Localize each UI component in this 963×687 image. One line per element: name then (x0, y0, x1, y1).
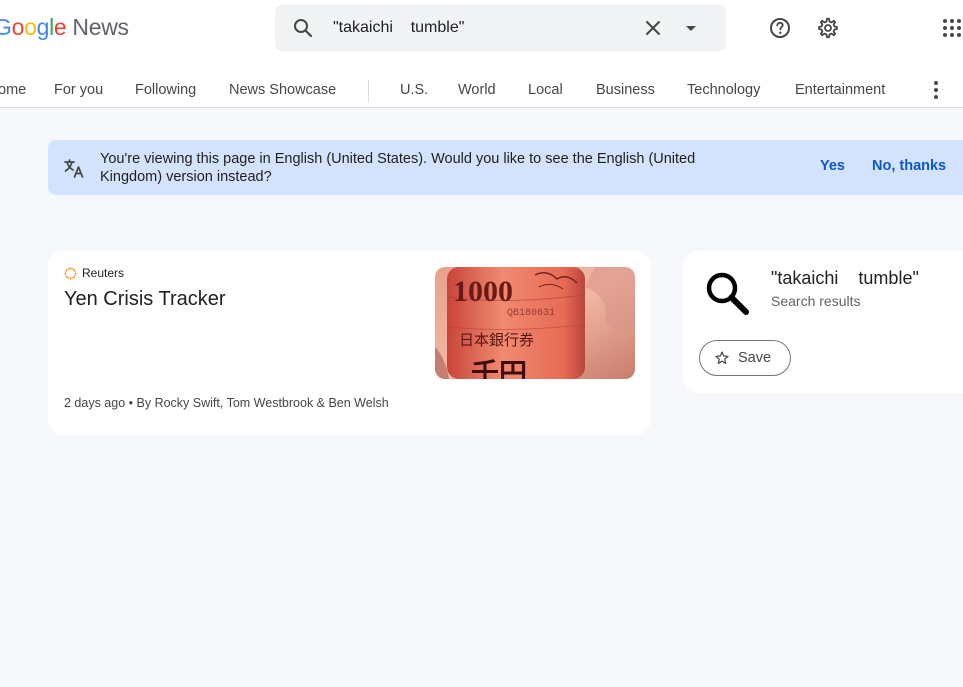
note-bottom-kanji: 千円 (471, 357, 527, 379)
language-banner: You're viewing this page in English (Uni… (48, 140, 963, 195)
note-serial: QB180631 (507, 308, 555, 319)
search-input[interactable] (333, 14, 633, 42)
article-source[interactable]: Reuters (64, 266, 124, 280)
yen-banknote-image: 1000 QB180631 日本銀行券 千円 (435, 267, 635, 379)
google-news-logo[interactable]: Google News (0, 14, 129, 41)
yes-button[interactable]: Yes (820, 158, 845, 174)
tab-following[interactable]: Following (135, 82, 196, 98)
translate-icon (64, 159, 84, 178)
search-results-subtitle: Search results (771, 293, 861, 309)
clear-icon[interactable] (641, 16, 665, 40)
search-summary-panel: "takaichi tumble" Search results Save (683, 251, 963, 393)
note-denomination: 1000 (453, 275, 513, 308)
article-title[interactable]: Yen Crisis Tracker (64, 288, 226, 311)
tab-us[interactable]: U.S. (400, 82, 428, 98)
article-time: 2 days ago (64, 396, 126, 410)
logo-letter: g (36, 14, 50, 40)
tab-local[interactable]: Local (528, 82, 563, 98)
top-bar: Google News "takaichi tumble" ome For yo… (0, 0, 963, 108)
tab-news-showcase[interactable]: News Showcase (229, 82, 336, 98)
logo-product-name: News (72, 14, 129, 40)
logo-letter: o (24, 14, 37, 40)
reuters-logo-icon (64, 266, 77, 280)
logo-letter: G (0, 14, 12, 40)
tab-for-you[interactable]: For you (54, 82, 103, 98)
search-icon[interactable] (291, 16, 315, 40)
search-box[interactable] (275, 4, 726, 52)
tab-technology[interactable]: Technology (687, 82, 760, 98)
section-nav: ome For you Following News Showcase U.S.… (0, 72, 963, 108)
tab-world[interactable]: World (458, 82, 496, 98)
tab-business[interactable]: Business (596, 82, 655, 98)
note-kanji: 日本銀行券 (459, 331, 534, 349)
star-icon (715, 351, 729, 365)
tab-entertainment[interactable]: Entertainment (795, 82, 885, 98)
source-name: Reuters (82, 266, 125, 280)
banner-message: You're viewing this page in English (Uni… (100, 151, 696, 185)
dropdown-arrow-icon[interactable] (679, 16, 703, 40)
search-query-title: "takaichi tumble" (771, 268, 919, 288)
article-thumbnail[interactable]: 1000 QB180631 日本銀行券 千円 (435, 267, 635, 379)
article-meta: 2 days ago • By Rocky Swift, Tom Westbro… (64, 396, 389, 410)
settings-icon[interactable] (816, 16, 840, 40)
save-label: Save (738, 350, 772, 366)
search-icon (706, 272, 749, 315)
article-card[interactable]: Reuters Yen Crisis Tracker 1000 QB180631… (48, 251, 651, 435)
nav-divider (368, 80, 369, 102)
meta-separator: • (128, 396, 137, 410)
more-vert-icon[interactable] (924, 78, 948, 102)
apps-grid-icon[interactable] (940, 16, 963, 40)
no-thanks-button[interactable]: No, thanks (872, 158, 946, 174)
help-icon[interactable] (768, 16, 792, 40)
page: Google News "takaichi tumble" ome For yo… (0, 0, 963, 687)
logo-letter: e (53, 14, 67, 40)
article-byline: By Rocky Swift, Tom Westbrook & Ben Wels… (136, 396, 389, 410)
logo-letter: o (11, 14, 25, 40)
tab-home[interactable]: ome (0, 82, 26, 98)
save-search-button[interactable]: Save (699, 340, 791, 376)
